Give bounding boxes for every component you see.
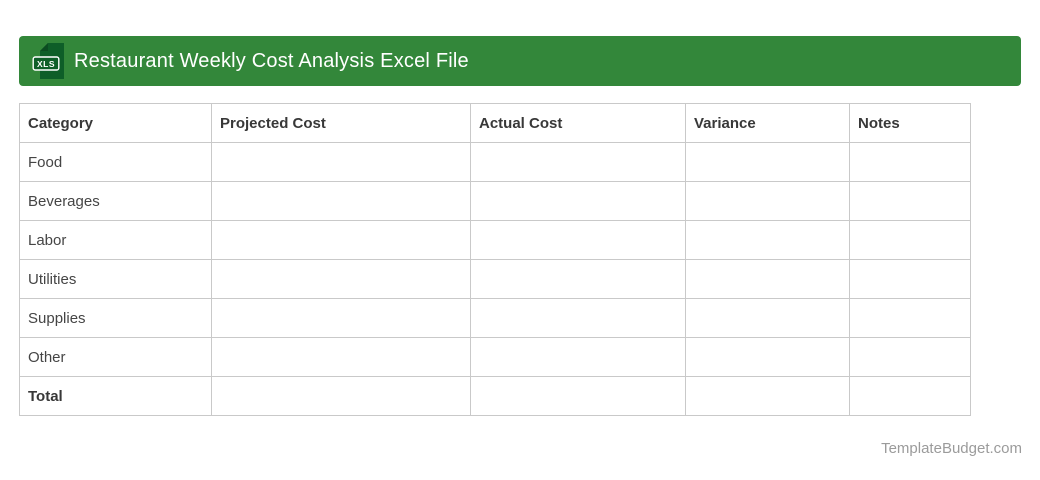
- cell-notes: [849, 142, 971, 182]
- table-row: Beverages: [19, 181, 971, 221]
- table-row: Utilities: [19, 259, 971, 299]
- cell-notes: [849, 376, 971, 416]
- column-header-notes: Notes: [849, 103, 971, 143]
- cell-notes: [849, 181, 971, 221]
- cell-variance: [685, 337, 850, 377]
- cell-variance: [685, 298, 850, 338]
- table-row: Supplies: [19, 298, 971, 338]
- cell-variance: [685, 259, 850, 299]
- cell-actual_cost: [470, 376, 686, 416]
- column-header-category: Category: [19, 103, 212, 143]
- header-row: Category Projected Cost Actual Cost Vari…: [19, 103, 971, 143]
- cell-variance: [685, 142, 850, 182]
- table-row: Food: [19, 142, 971, 182]
- cell-notes: [849, 259, 971, 299]
- column-header-actual: Actual Cost: [470, 103, 686, 143]
- cell-actual_cost: [470, 142, 686, 182]
- cell-projected_cost: [211, 337, 471, 377]
- column-header-variance: Variance: [685, 103, 850, 143]
- cell-notes: [849, 220, 971, 260]
- cell-notes: [849, 337, 971, 377]
- cell-actual_cost: [470, 220, 686, 260]
- table-row: Other: [19, 337, 971, 377]
- title-bar: XLS Restaurant Weekly Cost Analysis Exce…: [19, 36, 1021, 86]
- xls-file-icon: XLS: [32, 42, 66, 80]
- cell-projected_cost: [211, 376, 471, 416]
- cell-variance: [685, 181, 850, 221]
- column-header-projected: Projected Cost: [211, 103, 471, 143]
- cell-actual_cost: [470, 259, 686, 299]
- page: XLS Restaurant Weekly Cost Analysis Exce…: [0, 0, 1040, 480]
- row-label-beverages: Beverages: [19, 181, 212, 221]
- cell-actual_cost: [470, 298, 686, 338]
- cell-projected_cost: [211, 259, 471, 299]
- row-label-other: Other: [19, 337, 212, 377]
- cell-projected_cost: [211, 181, 471, 221]
- cell-variance: [685, 376, 850, 416]
- cost-analysis-table: Category Projected Cost Actual Cost Vari…: [19, 103, 971, 416]
- row-label-supplies: Supplies: [19, 298, 212, 338]
- cell-projected_cost: [211, 220, 471, 260]
- cell-projected_cost: [211, 298, 471, 338]
- table-row: Labor: [19, 220, 971, 260]
- row-label-utilities: Utilities: [19, 259, 212, 299]
- watermark: TemplateBudget.com: [881, 440, 1022, 457]
- xls-badge-label: XLS: [37, 59, 55, 69]
- cell-actual_cost: [470, 337, 686, 377]
- page-title: Restaurant Weekly Cost Analysis Excel Fi…: [74, 49, 469, 72]
- table-row: Total: [19, 376, 971, 416]
- cell-projected_cost: [211, 142, 471, 182]
- cell-notes: [849, 298, 971, 338]
- file-fold: [40, 43, 48, 51]
- cell-variance: [685, 220, 850, 260]
- table-body: Food Beverages Labor Utilities Supplies Other…: [19, 142, 971, 416]
- row-label-total: Total: [19, 376, 212, 416]
- cell-actual_cost: [470, 181, 686, 221]
- table-header: Category Projected Cost Actual Cost Vari…: [19, 103, 971, 143]
- row-label-food: Food: [19, 142, 212, 182]
- row-label-labor: Labor: [19, 220, 212, 260]
